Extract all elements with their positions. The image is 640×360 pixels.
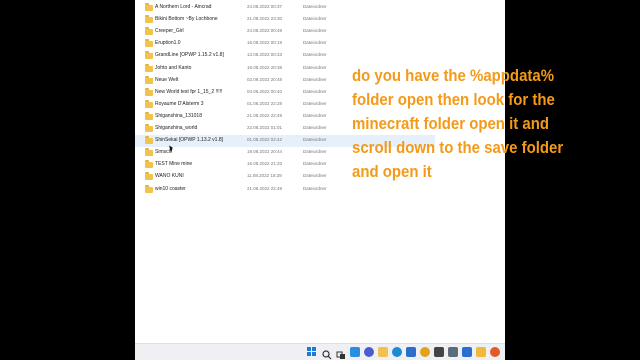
file-date: 21.08.2022 22:49 [247, 112, 283, 118]
folder-icon [145, 148, 153, 157]
file-name: TEST Mine mine [155, 161, 193, 168]
start-icon[interactable] [307, 347, 317, 357]
folder-icon [145, 63, 153, 72]
file-type: Dateiordner [303, 173, 327, 179]
file-date: 01.06.2022 22:28 [247, 100, 283, 106]
file-name: A Northern Lord - Aincrad [155, 4, 212, 10]
file-type: Dateiordner [303, 125, 327, 130]
file-name: Eruption1.0 [155, 40, 181, 47]
file-row[interactable]: Eruption1.0 16.08.2022 00:19 Dateiordner [135, 38, 435, 50]
store-icon[interactable] [406, 347, 416, 357]
file-date: 24.08.2022 00:37 [247, 4, 283, 9]
file-type: Dateiordner [303, 76, 327, 82]
file-name: GrandLine [OPWP 1.15.2 v1.8] [155, 52, 224, 59]
file-row[interactable]: A Northern Lord - Aincrad 24.08.2022 00:3… [135, 2, 435, 14]
file-type: Dateiordner [303, 149, 327, 155]
folder-icon [145, 184, 153, 193]
file-name: New World test fpr 1_15_2 !!!!! [155, 88, 223, 95]
file-type: Dateiordner [303, 100, 327, 106]
file-type: Dateiordner [303, 4, 327, 9]
app-icon[interactable] [462, 347, 472, 357]
file-row[interactable]: Creeper_Girl 24.08.2022 00:49 Dateiordner [135, 26, 435, 38]
folder-icon [145, 99, 153, 108]
file-row[interactable]: win10 coaster 21.08.2022 22:49 Dateiordner [135, 184, 435, 196]
file-date: 13.08.2022 00:33 [247, 52, 283, 58]
file-name: win10 coaster [155, 185, 186, 192]
overlay-line: folder open then look for the [352, 90, 555, 109]
file-name: WANO KUNI [155, 173, 184, 180]
file-type: Dateiordner [303, 161, 327, 167]
file-name: ShinSekai [OPWP 1.13.2 v1.8] [155, 137, 224, 144]
file-date: 02.09.2022 20:48 [247, 76, 283, 82]
file-row[interactable]: GrandLine [OPWP 1.15.2 v1.8] 13.08.2022 0… [135, 50, 435, 62]
app-icon[interactable] [490, 347, 500, 357]
instruction-overlay: do you have the %appdata% folder open th… [352, 64, 638, 184]
search-icon[interactable] [322, 347, 332, 360]
widgets-icon[interactable] [350, 347, 360, 357]
folder-icon [145, 27, 153, 36]
folder-icon [145, 75, 153, 84]
file-name: Shiganshina_131018 [155, 112, 202, 119]
file-name: Shiganshina_world [155, 125, 198, 131]
file-name: Simsch [155, 149, 172, 156]
file-type: Dateiordner [303, 40, 327, 46]
file-explorer-icon[interactable] [378, 347, 388, 357]
file-name: Creeper_Girl [155, 28, 184, 35]
file-row[interactable]: Bikini Bottom ~By Lochbone 21.08.2022 23:… [135, 14, 435, 26]
file-date: 04.06.2022 00:40 [247, 88, 283, 94]
app-icon[interactable] [420, 347, 430, 357]
folder-icon [145, 39, 153, 48]
edge-icon[interactable] [392, 347, 402, 357]
folder-icon [145, 3, 153, 11]
folder-icon [145, 160, 153, 169]
file-date: 24.08.2022 00:49 [247, 28, 283, 34]
file-date: 21.08.2022 22:49 [247, 185, 283, 191]
file-type: Dateiordner [303, 28, 327, 34]
app-icon[interactable] [434, 347, 444, 357]
file-date: 21.08.2022 23:30 [247, 16, 283, 22]
folder-icon [145, 15, 153, 24]
file-type: Dateiordner [303, 88, 327, 94]
file-name: Johto and Kanto [155, 64, 192, 71]
file-type: Dateiordner [303, 112, 327, 118]
file-date: 22.08.2022 01:01 [247, 125, 283, 130]
file-date: 01.08.2022 02:42 [247, 137, 283, 143]
file-type: Dateiordner [303, 64, 327, 70]
overlay-line: minecraft folder open it and [352, 114, 549, 133]
taskbar [135, 343, 505, 360]
folder-icon [145, 51, 153, 60]
folder-icon [145, 172, 153, 181]
file-date: 19.08.2022 20:44 [247, 149, 283, 155]
folder-icon [145, 124, 153, 132]
file-type: Dateiordner [303, 185, 327, 191]
file-date: 15.08.2022 21:33 [247, 161, 283, 167]
overlay-line: do you have the %appdata% [352, 66, 555, 85]
folder-icon [145, 136, 153, 145]
overlay-line: scroll down to the save folder [352, 138, 564, 157]
app-icon[interactable] [476, 347, 486, 357]
file-name: Royaume D'Alsterm 3 [155, 100, 204, 107]
file-date: 11.08.2022 18:28 [247, 173, 282, 179]
folder-icon [145, 87, 153, 96]
folder-icon [145, 111, 153, 120]
file-name: Neue Welt [155, 76, 179, 83]
overlay-line: and open it [352, 162, 432, 181]
file-type: Dateiordner [303, 137, 327, 143]
file-date: 19.08.2022 20:38 [247, 64, 283, 70]
app-icon[interactable] [448, 347, 458, 357]
file-name: Bikini Bottom ~By Lochbone [155, 16, 218, 23]
file-type: Dateiordner [303, 16, 327, 22]
file-type: Dateiordner [303, 52, 327, 58]
file-date: 16.08.2022 00:19 [247, 40, 283, 46]
chat-icon[interactable] [364, 347, 374, 357]
task-view-icon[interactable] [336, 347, 346, 359]
